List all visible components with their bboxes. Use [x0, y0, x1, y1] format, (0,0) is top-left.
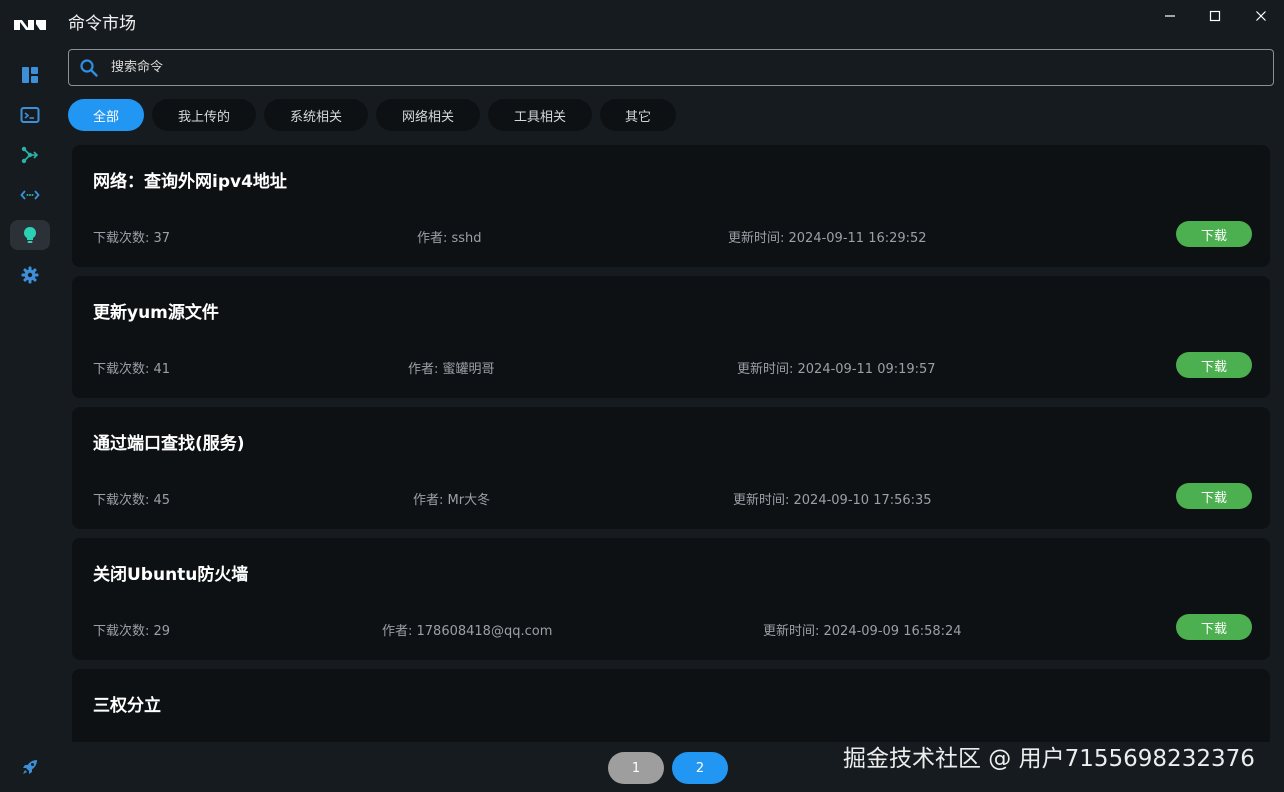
search-box: [68, 49, 1274, 86]
download-count: 下载次数: 29: [93, 624, 171, 639]
terminal-icon: [20, 107, 40, 123]
sidebar: [0, 0, 60, 792]
code-arrows-icon: [20, 190, 40, 200]
tab-other[interactable]: 其它: [600, 99, 676, 131]
command-card: 网络：查询外网ipv4地址 下载次数: 37 作者: sshd 更新时间: 20…: [72, 145, 1270, 267]
download-button[interactable]: 下载: [1176, 221, 1252, 247]
command-card: 关闭Ubuntu防火墙 下载次数: 29 作者: 178608418@qq.co…: [72, 538, 1270, 660]
download-button[interactable]: 下载: [1176, 614, 1252, 640]
command-title: 三权分立: [93, 696, 161, 716]
lightbulb-icon: [24, 227, 36, 243]
command-card: 更新yum源文件 下载次数: 41 作者: 蜜罐明哥 更新时间: 2024-09…: [72, 276, 1270, 398]
download-count: 下载次数: 37: [93, 231, 171, 246]
dashboard-icon: [22, 67, 38, 83]
author: 作者: sshd: [417, 231, 482, 246]
search-icon: [80, 58, 98, 77]
page-button-current[interactable]: 2: [672, 752, 728, 784]
author: 作者: 蜜罐明哥: [408, 362, 495, 377]
command-title: 网络：查询外网ipv4地址: [93, 172, 287, 192]
category-tabs: 全部 我上传的 系统相关 网络相关 工具相关 其它: [68, 99, 676, 131]
tab-all[interactable]: 全部: [68, 99, 144, 131]
branch-icon: [21, 146, 39, 164]
sidebar-item-settings[interactable]: [10, 260, 50, 290]
pagination: 1 2: [608, 752, 728, 784]
command-card: 三权分立: [72, 669, 1270, 742]
update-time: 更新时间: 2024-09-11 16:29:52: [728, 231, 927, 246]
download-button[interactable]: 下载: [1176, 483, 1252, 509]
rocket-icon: [23, 760, 37, 774]
command-title: 通过端口查找(服务): [93, 434, 245, 454]
tab-system[interactable]: 系统相关: [264, 99, 368, 131]
app-logo-icon: [14, 20, 46, 30]
search-input[interactable]: [109, 59, 1273, 76]
minimize-button[interactable]: [1150, 4, 1190, 28]
update-time: 更新时间: 2024-09-10 17:56:35: [733, 493, 932, 508]
watermark: 掘金技术社区 @ 用户7155698232376: [843, 746, 1255, 772]
download-button[interactable]: 下载: [1176, 352, 1252, 378]
tab-network[interactable]: 网络相关: [376, 99, 480, 131]
command-list: 网络：查询外网ipv4地址 下载次数: 37 作者: sshd 更新时间: 20…: [72, 145, 1270, 742]
sidebar-item-terminal[interactable]: [10, 100, 50, 130]
sidebar-item-dashboard[interactable]: [10, 60, 50, 90]
sidebar-item-code[interactable]: [10, 180, 50, 210]
sidebar-item-branch[interactable]: [10, 140, 50, 170]
gear-icon: [21, 266, 39, 284]
sidebar-item-market[interactable]: [10, 220, 50, 250]
sidebar-item-rocket[interactable]: [10, 752, 50, 782]
author: 作者: 178608418@qq.com: [382, 624, 553, 639]
author: 作者: Mr大冬: [413, 493, 491, 508]
tab-tools[interactable]: 工具相关: [488, 99, 592, 131]
close-icon: [1256, 11, 1266, 21]
command-card: 通过端口查找(服务) 下载次数: 45 作者: Mr大冬 更新时间: 2024-…: [72, 407, 1270, 529]
minimize-icon: [1165, 15, 1175, 17]
window-title: 命令市场: [68, 14, 136, 34]
maximize-button[interactable]: [1195, 4, 1235, 28]
download-count: 下载次数: 41: [93, 362, 171, 377]
tab-my-uploads[interactable]: 我上传的: [152, 99, 256, 131]
update-time: 更新时间: 2024-09-11 09:19:57: [737, 362, 936, 377]
download-count: 下载次数: 45: [93, 493, 171, 508]
command-title: 关闭Ubuntu防火墙: [93, 565, 249, 585]
update-time: 更新时间: 2024-09-09 16:58:24: [763, 624, 962, 639]
maximize-icon: [1209, 10, 1221, 22]
page-button[interactable]: 1: [608, 752, 664, 784]
command-title: 更新yum源文件: [93, 303, 219, 323]
close-button[interactable]: [1241, 4, 1281, 28]
